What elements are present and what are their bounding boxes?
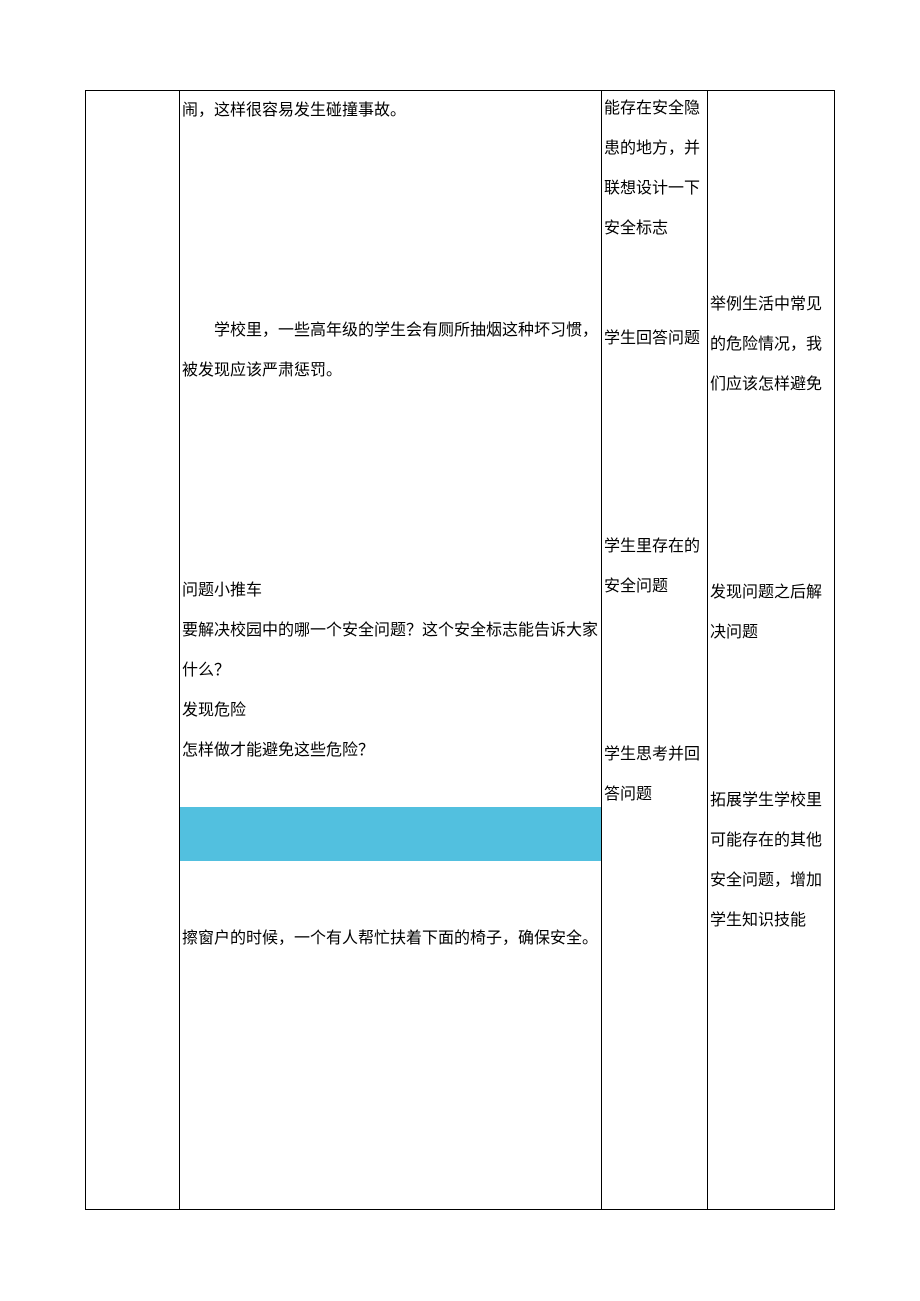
- cell-text: 拓展学生学校里可能存在的其他安全问题，增加学生知识技能: [708, 781, 834, 941]
- column-4-design-intent: 举例生活中常见的危险情况，我们应该怎样避免 发现问题之后解决问题 拓展学生学校里…: [708, 91, 834, 1209]
- column-2-teacher-activity: 闹，这样很容易发生碰撞事故。 学校里，一些高年级的学生会有厕所抽烟这种坏习惯，被…: [180, 91, 602, 1209]
- paragraph: 要解决校园中的哪一个安全问题？这个安全标志能告诉大家什么？: [180, 611, 601, 691]
- cell-text: 学生里存在的安全问题: [602, 527, 707, 607]
- cell-text: 能存在安全隐患的地方，并联想设计一下安全标志: [602, 89, 707, 249]
- paragraph: 发现危险: [180, 691, 601, 731]
- cell-text: 学生思考并回答问题: [602, 735, 707, 815]
- paragraph: 问题小推车: [180, 571, 601, 611]
- cell-text: 发现问题之后解决问题: [708, 573, 834, 653]
- column-3-student-activity: 能存在安全隐患的地方，并联想设计一下安全标志 学生回答问题 学生里存在的安全问题…: [602, 91, 708, 1209]
- highlight-bar: [180, 807, 601, 861]
- paragraph: 学校里，一些高年级的学生会有厕所抽烟这种坏习惯，被发现应该严肃惩罚。: [180, 311, 601, 391]
- lesson-plan-table: 闹，这样很容易发生碰撞事故。 学校里，一些高年级的学生会有厕所抽烟这种坏习惯，被…: [85, 90, 835, 1210]
- paragraph: 怎样做才能避免这些危险？: [180, 731, 601, 771]
- cell-text: 学生回答问题: [602, 319, 707, 359]
- paragraph: 擦窗户的时候，一个有人帮忙扶着下面的椅子，确保安全。: [180, 919, 601, 959]
- cell-text: 举例生活中常见的危险情况，我们应该怎样避免: [708, 285, 834, 405]
- paragraph: 闹，这样很容易发生碰撞事故。: [180, 91, 601, 131]
- column-1: [86, 91, 180, 1209]
